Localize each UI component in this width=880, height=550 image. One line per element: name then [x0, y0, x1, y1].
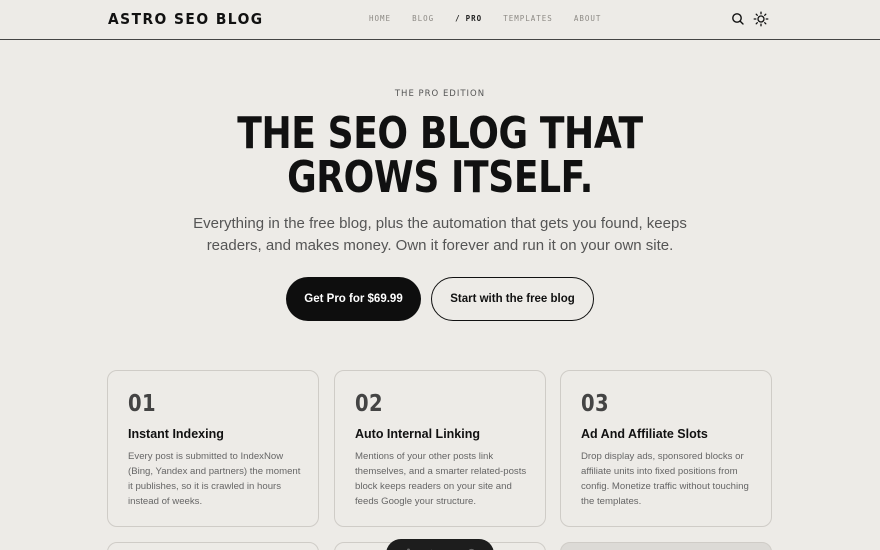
site-header: ASTRO SEO BLOG HOME BLOG / PRO TEMPLATES…	[0, 0, 880, 40]
get-pro-button[interactable]: Get Pro for $69.99	[286, 277, 421, 321]
feature-title: Ad And Affiliate Slots	[581, 427, 708, 441]
toolbar-menu-icon[interactable]	[446, 544, 455, 550]
feature-number: 01	[128, 391, 157, 417]
feature-card-partial	[560, 542, 772, 550]
feature-card: 02 Auto Internal Linking Mentions of you…	[334, 370, 546, 527]
feature-number: 02	[355, 391, 384, 417]
free-blog-button[interactable]: Start with the free blog	[431, 277, 594, 321]
feature-card: 01 Instant Indexing Every post is submit…	[107, 370, 319, 527]
search-icon	[732, 13, 744, 25]
nav-templates[interactable]: TEMPLATES	[503, 14, 553, 23]
search-button[interactable]	[730, 11, 746, 27]
feature-card: 03 Ad And Affiliate Slots Drop display a…	[560, 370, 772, 527]
feature-description: Every post is submitted to IndexNow (Bin…	[128, 451, 301, 507]
hero-eyebrow: THE PRO EDITION	[394, 89, 486, 99]
site-logo[interactable]: ASTRO SEO BLOG	[108, 10, 264, 28]
feature-title: Instant Indexing	[128, 427, 224, 441]
feature-description: Mentions of your other posts link themse…	[355, 451, 527, 507]
feature-number: 03	[581, 391, 610, 417]
theme-toggle-button[interactable]	[753, 11, 769, 27]
nav-pro[interactable]: PRO	[466, 14, 483, 23]
nav-home[interactable]: HOME	[369, 14, 391, 23]
active-nav-marker: /	[455, 14, 461, 23]
feature-card-partial	[107, 542, 319, 550]
feature-title: Auto Internal Linking	[355, 427, 480, 441]
sun-icon	[753, 11, 769, 27]
hero-subtitle: Everything in the free blog, plus the au…	[193, 215, 687, 254]
main-nav: HOME BLOG / PRO TEMPLATES ABOUT	[369, 14, 622, 23]
nav-about[interactable]: ABOUT	[574, 14, 602, 23]
feature-description: Drop display ads, sponsored blocks or af…	[581, 451, 749, 507]
toolbar-pen-icon[interactable]	[425, 544, 434, 550]
floating-toolbar[interactable]	[386, 539, 494, 550]
toolbar-mic-icon[interactable]	[404, 544, 413, 550]
nav-blog[interactable]: BLOG	[412, 14, 434, 23]
toolbar-globe-icon[interactable]	[467, 544, 476, 550]
hero-title: THE SEO BLOG THAT GROWS ITSELF.	[237, 108, 643, 203]
